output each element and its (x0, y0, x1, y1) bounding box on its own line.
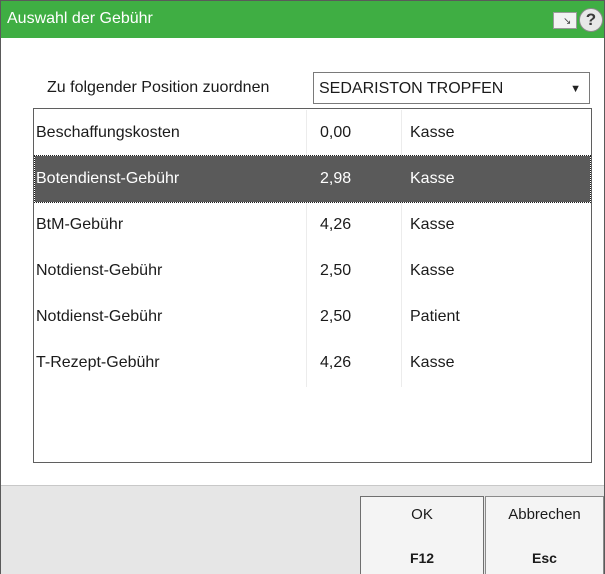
fee-selection-dialog: Auswahl der Gebühr ↘ ? Zu folgender Posi… (0, 0, 605, 574)
cancel-button-label: Abbrechen (508, 506, 581, 523)
ok-button-shortcut: F12 (409, 550, 435, 566)
title-bar: Auswahl der Gebühr ↘ ? (1, 1, 604, 38)
fee-payer: Kasse (410, 124, 455, 141)
fee-row[interactable]: Notdienst-Gebühr 2,50 Patient (35, 294, 590, 340)
position-select[interactable]: SEDARISTON TROPFEN ▼ (313, 72, 590, 104)
fee-row[interactable]: Notdienst-Gebühr 2,50 Kasse (35, 248, 590, 294)
fee-row-selected[interactable]: Botendienst-Gebühr 2,98 Kasse (34, 155, 591, 203)
fee-name: Beschaffungskosten (36, 124, 180, 141)
cancel-button[interactable]: Abbrechen Esc (485, 496, 604, 574)
monitor-arrow-icon[interactable]: ↘ (553, 12, 577, 29)
chevron-down-icon[interactable]: ▼ (570, 83, 581, 95)
fee-payer: Kasse (410, 354, 455, 371)
cancel-button-shortcut: Esc (532, 550, 557, 566)
fee-payer: Kasse (410, 262, 455, 279)
fee-list[interactable]: Beschaffungskosten 0,00 Kasse Botendiens… (33, 108, 592, 463)
fee-name: T-Rezept-Gebühr (36, 354, 160, 371)
fee-amount: 2,50 (320, 308, 352, 325)
fee-name: BtM-Gebühr (36, 216, 124, 233)
fee-name: Botendienst-Gebühr (36, 170, 180, 187)
help-icon[interactable]: ? (579, 8, 603, 32)
fee-payer: Kasse (410, 216, 455, 233)
fee-amount: 4,26 (320, 216, 352, 233)
fee-amount: 2,98 (320, 170, 352, 187)
fee-row[interactable]: BtM-Gebühr 4,26 Kasse (35, 202, 590, 248)
button-bar: OK F12 Abbrechen Esc (1, 485, 604, 574)
ok-button-label: OK (411, 506, 433, 523)
fee-name: Notdienst-Gebühr (36, 262, 163, 279)
assignment-label: Zu folgender Position zuordnen (47, 79, 270, 96)
dialog-title: Auswahl der Gebühr (7, 10, 153, 27)
fee-amount: 0,00 (320, 124, 352, 141)
fee-amount: 2,50 (320, 262, 352, 279)
fee-name: Notdienst-Gebühr (36, 308, 163, 325)
fee-row[interactable]: T-Rezept-Gebühr 4,26 Kasse (35, 340, 590, 386)
fee-payer: Patient (410, 308, 460, 325)
fee-amount: 4,26 (320, 354, 352, 371)
fee-payer: Kasse (410, 170, 455, 187)
ok-button[interactable]: OK F12 (360, 496, 484, 574)
position-select-value: SEDARISTON TROPFEN (319, 80, 504, 97)
fee-row[interactable]: Beschaffungskosten 0,00 Kasse (35, 110, 590, 156)
